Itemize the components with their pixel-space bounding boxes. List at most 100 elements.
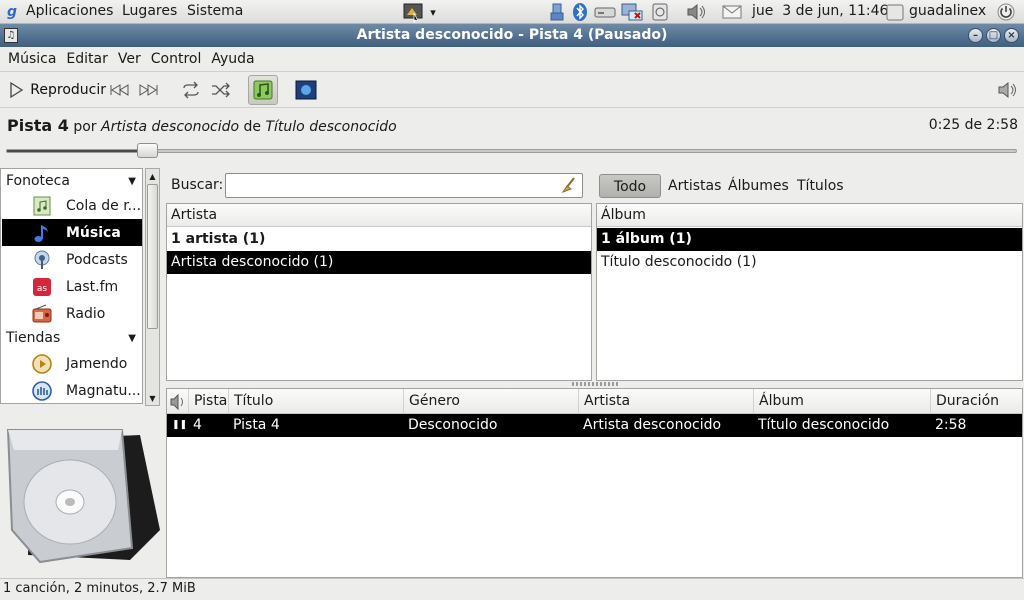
sidebar-item-podcasts[interactable]: Podcasts (2, 246, 142, 273)
now-playing-by: por (73, 119, 97, 135)
column-title[interactable]: Título (229, 389, 404, 414)
sidebar-item-magnatune[interactable]: Magnatu... (2, 377, 142, 404)
artist-column-header[interactable]: Artista (167, 204, 591, 227)
sidebar-item-radio[interactable]: Radio (2, 300, 142, 327)
clear-search-icon[interactable] (560, 176, 578, 195)
toolbar: Reproducir (0, 72, 1024, 108)
column-album[interactable]: Álbum (754, 389, 931, 414)
filter-albums-button[interactable]: Álbumes (728, 174, 789, 198)
sidebar-scrollbar[interactable]: ▲ ▼ (145, 168, 160, 406)
repeat-icon[interactable] (180, 78, 202, 102)
power-icon[interactable] (995, 2, 1017, 22)
menu-editar[interactable]: Editar (66, 51, 107, 67)
seek-bar-fill (7, 150, 148, 152)
artist-pane: Artista 1 artista (1) Artista desconocid… (166, 203, 592, 381)
menubar: Música Editar Ver Control Ayuda (0, 47, 1024, 72)
column-duration[interactable]: Duración (931, 389, 1022, 414)
artist-row-unknown[interactable]: Artista desconocido (1) (167, 251, 591, 274)
menu-aplicaciones[interactable]: Aplicaciones (26, 3, 113, 19)
disk-usage-icon[interactable] (651, 2, 669, 22)
cell-album: Título desconocido (758, 417, 890, 433)
next-icon[interactable] (138, 78, 160, 102)
collapse-stores-icon[interactable]: ▼ (128, 333, 136, 344)
play-button[interactable]: Reproducir (6, 78, 106, 102)
maximize-icon[interactable]: □ (986, 28, 1001, 43)
menu-musica[interactable]: Música (8, 51, 56, 67)
sidebar-item-music[interactable]: Música (2, 219, 142, 246)
bluetooth-icon[interactable] (572, 2, 588, 22)
window-titlebar[interactable]: ♫ Artista desconocido - Pista 4 (Pausado… (0, 24, 1024, 47)
sidebar-header-stores[interactable]: Tiendas ▼ (2, 327, 142, 349)
sidebar-item-jamendo[interactable]: Jamendo (2, 350, 142, 377)
album-pane: Álbum 1 álbum (1) Título desconocido (1) (596, 203, 1023, 381)
cell-artist: Artista desconocido (583, 417, 722, 433)
sidebar-item-lastfm[interactable]: as Last.fm (2, 273, 142, 300)
podcast-icon (34, 250, 50, 269)
shuffle-icon[interactable] (210, 78, 232, 102)
column-artist[interactable]: Artista (579, 389, 754, 414)
scroll-up-icon[interactable]: ▲ (146, 169, 159, 183)
top-panel: g Aplicaciones Lugares Sistema ▾ jue 3 d… (0, 0, 1024, 24)
jamendo-icon (32, 353, 52, 374)
filter-all-button[interactable]: Todo (599, 174, 661, 198)
svg-text:as: as (37, 284, 48, 294)
column-track[interactable]: Pista (189, 389, 229, 414)
visualization-icon[interactable] (294, 78, 318, 102)
seek-handle[interactable] (137, 143, 158, 158)
cell-genre: Desconocido (408, 417, 498, 433)
mail-icon[interactable] (722, 2, 742, 22)
artist-row-all[interactable]: 1 artista (1) (167, 228, 591, 251)
queue-icon (33, 196, 51, 215)
status-bar: 1 canción, 2 minutos, 2.7 MiB (0, 578, 1024, 600)
sidebar-header-library[interactable]: Fonoteca ▼ (2, 170, 142, 192)
close-icon[interactable]: × (1004, 28, 1019, 43)
now-playing-album: Título desconocido (265, 119, 397, 135)
minimize-icon[interactable]: – (968, 28, 983, 43)
filter-artists-button[interactable]: Artistas (668, 174, 721, 198)
now-playing-artist: Artista desconocido (101, 119, 240, 135)
user-icon (886, 2, 904, 22)
chevron-down-icon[interactable]: ▾ (426, 4, 440, 20)
cell-duration: 2:58 (935, 417, 967, 433)
now-playing: Pista 4 por Artista desconocido de Títul… (7, 116, 397, 135)
pane-resize-handle[interactable] (572, 382, 618, 386)
cell-title: Pista 4 (233, 417, 280, 433)
paused-icon: ❚❚ (172, 420, 188, 430)
menu-ver[interactable]: Ver (118, 51, 141, 67)
radio-icon (32, 304, 52, 322)
user-name[interactable]: guadalinex (909, 3, 986, 19)
music-note-icon (34, 224, 48, 242)
menu-sistema[interactable]: Sistema (187, 3, 243, 19)
previous-icon[interactable] (108, 78, 130, 102)
menu-ayuda[interactable]: Ayuda (211, 51, 254, 67)
usb-icon[interactable] (548, 2, 566, 22)
search-input[interactable] (225, 173, 583, 198)
window-title: Artista desconocido - Pista 4 (Pausado) (356, 27, 668, 43)
volume-icon[interactable] (685, 2, 707, 22)
sidebar-item-queue[interactable]: Cola de r... (2, 192, 142, 219)
album-row-unknown[interactable]: Título desconocido (1) (597, 251, 1022, 274)
collapse-library-icon[interactable]: ▼ (128, 176, 136, 187)
column-playing[interactable] (167, 389, 189, 414)
network-icon[interactable] (621, 2, 643, 22)
album-row-all[interactable]: 1 álbum (1) (597, 228, 1022, 251)
scroll-down-icon[interactable]: ▼ (146, 391, 159, 405)
window-selector-icon[interactable] (402, 1, 426, 24)
gnome-foot-icon[interactable]: g (4, 2, 20, 22)
window-menu-icon[interactable]: ♫ (4, 28, 18, 43)
elapsed-time: 0:25 de 2:58 (928, 117, 1018, 133)
track-list: Pista Título Género Artista Álbum Duraci… (166, 388, 1023, 578)
volume-button-icon[interactable] (996, 78, 1020, 102)
cell-track: 4 (193, 417, 202, 433)
table-row[interactable]: ❚❚ 4 Pista 4 Desconocido Artista descono… (167, 414, 1022, 437)
filter-titles-button[interactable]: Títulos (797, 174, 844, 198)
cover-art (0, 410, 165, 578)
browse-toggle-button[interactable] (248, 75, 278, 105)
menu-control[interactable]: Control (151, 51, 202, 67)
menu-lugares[interactable]: Lugares (122, 3, 177, 19)
scrollbar-thumb[interactable] (147, 184, 158, 329)
drive-icon[interactable] (594, 2, 616, 22)
column-genre[interactable]: Género (404, 389, 579, 414)
clock[interactable]: jue 3 de jun, 11:46 (752, 3, 888, 19)
album-column-header[interactable]: Álbum (597, 204, 1022, 227)
